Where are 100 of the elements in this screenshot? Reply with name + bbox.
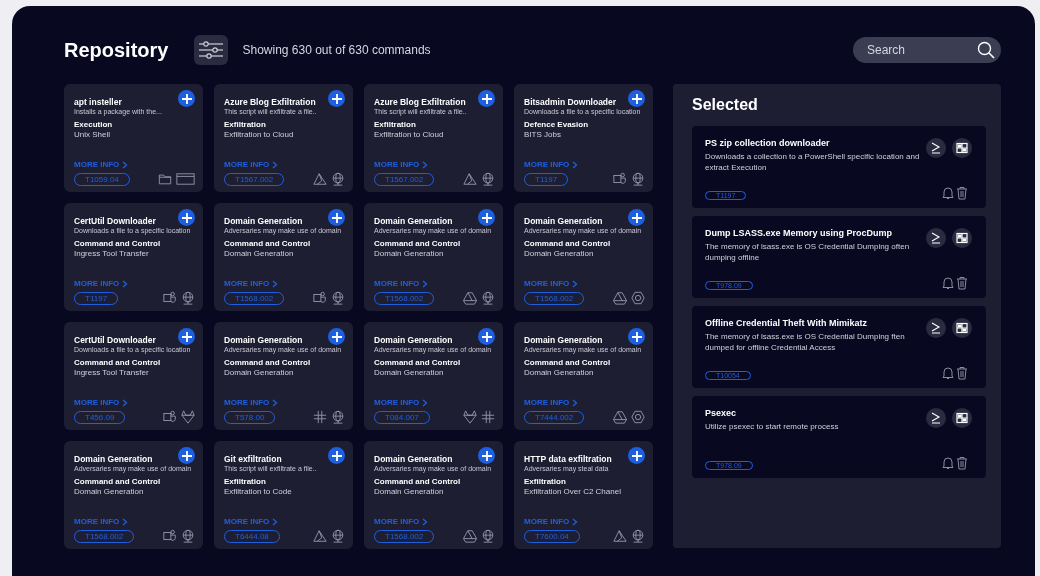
add-button[interactable] <box>478 447 495 464</box>
add-button[interactable] <box>178 90 195 107</box>
search-icon <box>977 41 995 59</box>
trash-icon[interactable] <box>956 276 968 290</box>
tactic-label: Command and Control <box>524 358 612 367</box>
add-button[interactable] <box>628 209 645 226</box>
command-title: Dump LSASS.exe Memory using ProcDump <box>705 228 894 238</box>
terminal-button[interactable] <box>926 318 946 338</box>
more-info-link[interactable]: MORE INFO <box>524 398 579 407</box>
bell-icon[interactable] <box>942 366 954 380</box>
fox-head-icon <box>463 410 477 424</box>
add-button[interactable] <box>328 209 345 226</box>
add-button[interactable] <box>328 328 345 345</box>
windows-button[interactable] <box>952 318 972 338</box>
chevron-right-icon <box>272 279 279 288</box>
more-info-link[interactable]: MORE INFO <box>74 398 129 407</box>
terminal-button[interactable] <box>926 408 946 428</box>
command-title: CertUtil Downloader <box>74 335 156 345</box>
bell-icon[interactable] <box>942 456 954 470</box>
tactic-label: Command and Control <box>524 239 612 248</box>
triangle-icon <box>613 291 627 305</box>
globe-icon <box>481 291 495 305</box>
globe-icon <box>331 172 345 186</box>
terminal-icon <box>930 142 942 154</box>
result-count: Showing 630 out of 630 commands <box>242 43 431 57</box>
chevron-right-icon <box>422 517 429 526</box>
globe-icon <box>331 410 345 424</box>
more-info-link[interactable]: MORE INFO <box>374 398 429 407</box>
add-button[interactable] <box>328 90 345 107</box>
technique-label: Domain Generation <box>524 249 595 258</box>
trash-icon[interactable] <box>956 456 968 470</box>
add-button[interactable] <box>478 328 495 345</box>
windows-button[interactable] <box>952 138 972 158</box>
more-info-link[interactable]: MORE INFO <box>374 517 429 526</box>
technique-label: Domain Generation <box>524 368 595 377</box>
trash-icon[interactable] <box>956 366 968 380</box>
globe-icon <box>331 291 345 305</box>
command-title: HTTP data exfiltration <box>524 454 612 464</box>
more-info-link[interactable]: MORE INFO <box>224 160 279 169</box>
more-info-link[interactable]: MORE INFO <box>374 160 429 169</box>
plus-icon <box>180 211 193 224</box>
plus-icon <box>630 211 643 224</box>
command-description: The memory of lsass.exe is OS Credential Dumping often dumping offline <box>705 242 911 264</box>
more-info-link[interactable]: MORE INFO <box>224 279 279 288</box>
trash-icon[interactable] <box>956 186 968 200</box>
command-description: Utilize psexec to start remote process <box>705 422 840 433</box>
add-button[interactable] <box>478 90 495 107</box>
window-grid-icon <box>956 322 968 334</box>
add-button[interactable] <box>478 209 495 226</box>
bell-icon[interactable] <box>942 276 954 290</box>
globe-icon <box>481 529 495 543</box>
mountain-icon <box>463 172 477 186</box>
more-info-link[interactable]: MORE INFO <box>74 279 129 288</box>
command-title: Domain Generation <box>74 454 153 464</box>
tactic-label: Exfiltration <box>524 477 567 486</box>
add-button[interactable] <box>328 447 345 464</box>
more-info-link[interactable]: MORE INFO <box>524 279 579 288</box>
more-info-link[interactable]: MORE INFO <box>524 160 579 169</box>
window-grid-icon <box>956 142 968 154</box>
add-button[interactable] <box>178 209 195 226</box>
more-info-link[interactable]: MORE INFO <box>74 160 129 169</box>
add-button[interactable] <box>628 447 645 464</box>
more-info-link[interactable]: MORE INFO <box>224 398 279 407</box>
more-info-link[interactable]: MORE INFO <box>74 517 129 526</box>
tactic-label: Command and Control <box>74 477 162 486</box>
fox-head-icon <box>181 410 195 424</box>
tactic-label: Command and Control <box>374 358 462 367</box>
plus-icon <box>480 449 493 462</box>
terminal-button[interactable] <box>926 138 946 158</box>
tactic-label: Exfiltration <box>374 120 417 129</box>
globe-icon <box>181 291 195 305</box>
hash-icon <box>481 410 495 424</box>
chevron-right-icon <box>122 160 129 169</box>
mountain-icon <box>613 529 627 543</box>
more-info-link[interactable]: MORE INFO <box>524 517 579 526</box>
command-title: Domain Generation <box>374 335 453 345</box>
terminal-icon <box>930 412 942 424</box>
bell-icon[interactable] <box>942 186 954 200</box>
command-title: Domain Generation <box>224 216 303 226</box>
search-field[interactable]: Search <box>853 37 1001 63</box>
windows-button[interactable] <box>952 228 972 248</box>
triangle-icon <box>613 410 627 424</box>
more-info-link[interactable]: MORE INFO <box>374 279 429 288</box>
add-button[interactable] <box>178 447 195 464</box>
filter-button[interactable] <box>194 35 229 65</box>
page-title: Repository <box>64 38 169 62</box>
add-button[interactable] <box>178 328 195 345</box>
add-button[interactable] <box>628 328 645 345</box>
plus-icon <box>330 330 343 343</box>
terminal-icon <box>930 322 942 334</box>
terminal-button[interactable] <box>926 228 946 248</box>
people-icon <box>313 291 327 305</box>
mountain-icon <box>313 172 327 186</box>
windows-button[interactable] <box>952 408 972 428</box>
technique-label: Exfiltration to Cloud <box>224 130 295 139</box>
technique-label: Domain Generation <box>224 368 295 377</box>
more-info-link[interactable]: MORE INFO <box>224 517 279 526</box>
hexagon-icon <box>631 291 645 305</box>
add-button[interactable] <box>628 90 645 107</box>
command-title: Azure Blog Exfiltration <box>224 97 316 107</box>
